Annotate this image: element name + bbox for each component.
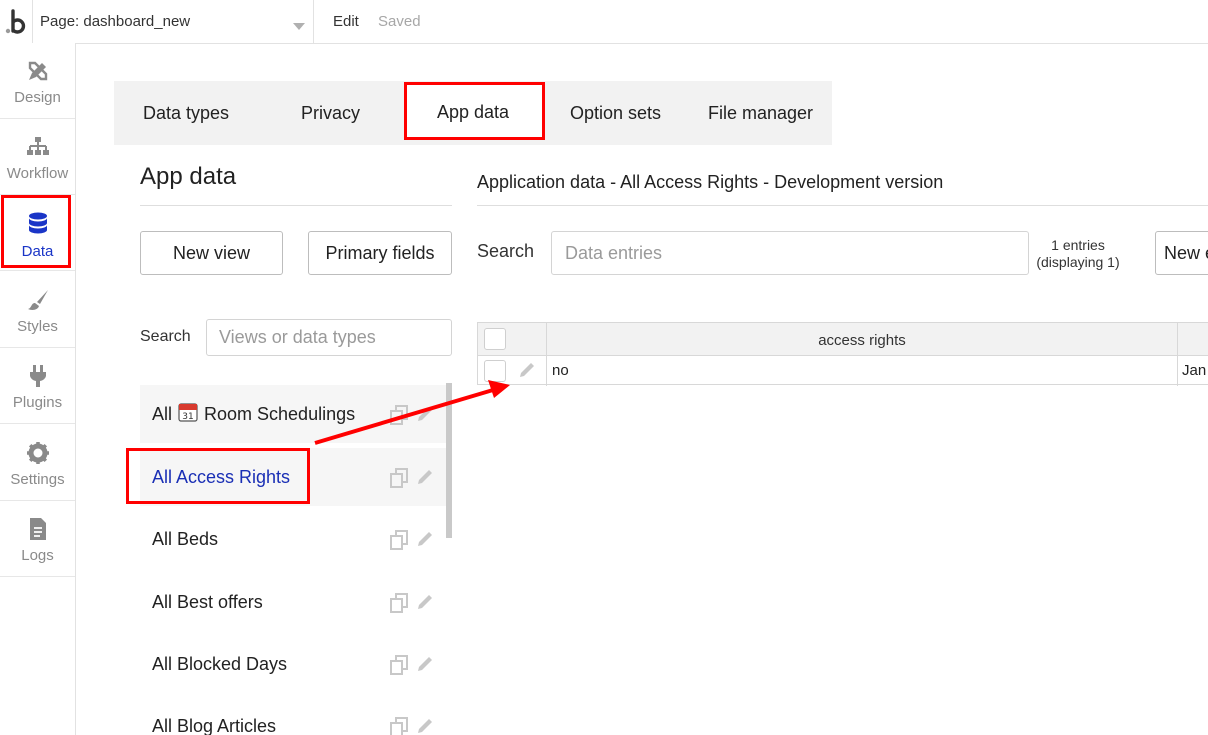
pencil-icon[interactable] [416, 593, 434, 611]
copy-icon[interactable] [390, 593, 410, 613]
sidebar-item-design[interactable]: Design [0, 43, 75, 119]
row-actions [390, 530, 434, 550]
svg-text:31: 31 [182, 412, 193, 422]
tab-data-types[interactable]: Data types [143, 81, 229, 145]
list-item-label: All Beds [152, 528, 219, 549]
sidebar: Design Workflow Data Styles Plugins Sett… [0, 43, 76, 735]
new-entry-button[interactable]: New e [1155, 231, 1208, 275]
page-selector-label: Page: dashboard_new [40, 13, 191, 30]
tab-app-data[interactable]: App data [404, 82, 545, 140]
list-item-room-schedulings[interactable]: All 31 Room Schedulings [140, 385, 446, 443]
sidebar-item-settings[interactable]: Settings [0, 425, 75, 501]
copy-icon[interactable] [390, 655, 410, 675]
annotation-highlight-box [126, 448, 310, 504]
row-actions [390, 405, 434, 425]
sidebar-item-logs[interactable]: Logs [0, 501, 75, 577]
gear-icon [26, 442, 49, 464]
copy-icon[interactable] [390, 530, 410, 550]
list-item-prefix: All [152, 403, 173, 424]
list-item-best-offers[interactable]: All Best offers [140, 573, 446, 631]
column-divider [546, 323, 547, 386]
cell-access-rights[interactable]: no [552, 362, 569, 379]
entries-count-displaying: (displaying 1) [1036, 254, 1120, 270]
list-item-label: All Blog Articles [152, 715, 277, 735]
tab-privacy[interactable]: Privacy [301, 81, 360, 145]
sidebar-item-data[interactable]: Data [0, 195, 75, 271]
tab-option-sets[interactable]: Option sets [570, 81, 661, 145]
pencil-icon[interactable] [416, 655, 434, 673]
brush-icon [27, 290, 48, 310]
save-status: Saved [378, 13, 421, 30]
list-item-beds[interactable]: All Beds [140, 510, 446, 568]
sidebar-item-label: Styles [17, 318, 58, 335]
list-item-label: All Best offers [152, 591, 263, 612]
page-selector[interactable]: Page: dashboard_new [32, 0, 314, 43]
edit-menu[interactable]: Edit [333, 13, 359, 30]
view-list: All 31 Room Schedulings All Access Right… [140, 383, 446, 735]
data-table: access rights no Jan [477, 322, 1208, 386]
chevron-down-icon [293, 18, 305, 35]
table-header: access rights [478, 323, 1208, 356]
design-icon [28, 61, 47, 81]
copy-icon[interactable] [390, 717, 410, 735]
sidebar-item-workflow[interactable]: Workflow [0, 119, 75, 195]
document-icon [29, 518, 46, 540]
sidebar-item-label: Logs [21, 547, 54, 564]
sidebar-item-label: Design [14, 89, 61, 106]
list-item-label: All Blocked Days [152, 653, 288, 674]
sidebar-item-label: Workflow [6, 165, 69, 182]
tab-app-data-label: App data [437, 102, 510, 122]
entries-search-input[interactable] [551, 231, 1029, 275]
entries-search-label: Search [477, 241, 535, 261]
column-divider [1177, 323, 1178, 386]
sidebar-item-label: Plugins [12, 394, 63, 411]
entries-count-total: 1 entries [1051, 237, 1105, 253]
sidebar-item-styles[interactable]: Styles [0, 272, 75, 348]
row-actions [390, 717, 434, 735]
sidebar-item-label: Settings [10, 471, 65, 488]
divider [140, 205, 452, 206]
entries-count: 1 entries (displaying 1) [1032, 237, 1124, 271]
pencil-icon[interactable] [416, 717, 434, 735]
list-item-label: Room Schedulings [204, 403, 356, 424]
new-view-button[interactable]: New view [140, 231, 283, 275]
row-checkbox[interactable] [484, 360, 506, 382]
view-list-scrollbar[interactable] [446, 383, 452, 538]
primary-fields-button[interactable]: Primary fields [308, 231, 452, 275]
row-actions [390, 468, 434, 488]
row-actions [390, 593, 434, 613]
list-item-blocked-days[interactable]: All Blocked Days [140, 635, 446, 693]
cell-date[interactable]: Jan [1182, 362, 1206, 379]
views-search-input[interactable] [206, 319, 452, 356]
top-bar: Page: dashboard_new Edit Saved [0, 0, 1208, 44]
tab-file-manager[interactable]: File manager [708, 81, 813, 145]
copy-icon[interactable] [390, 405, 410, 425]
list-item-blog-articles[interactable]: All Blog Articles [140, 697, 446, 735]
workflow-icon [26, 137, 49, 155]
annotation-highlight-box [1, 195, 71, 268]
pencil-icon[interactable] [416, 468, 434, 486]
calendar-icon: 31 [178, 402, 198, 427]
data-view-title: Application data - All Access Rights - D… [477, 172, 944, 192]
pencil-icon[interactable] [518, 361, 536, 384]
divider [477, 205, 1208, 206]
select-all-checkbox[interactable] [484, 328, 506, 350]
page-title: App data [140, 163, 237, 190]
pencil-icon[interactable] [416, 405, 434, 423]
bubble-logo-icon[interactable] [0, 0, 32, 43]
plug-icon [29, 365, 46, 387]
pencil-icon[interactable] [416, 530, 434, 548]
column-header-access-rights[interactable]: access rights [547, 332, 1177, 349]
copy-icon[interactable] [390, 468, 410, 488]
views-search-label: Search [140, 328, 191, 345]
sidebar-item-plugins[interactable]: Plugins [0, 348, 75, 424]
row-actions [390, 655, 434, 675]
